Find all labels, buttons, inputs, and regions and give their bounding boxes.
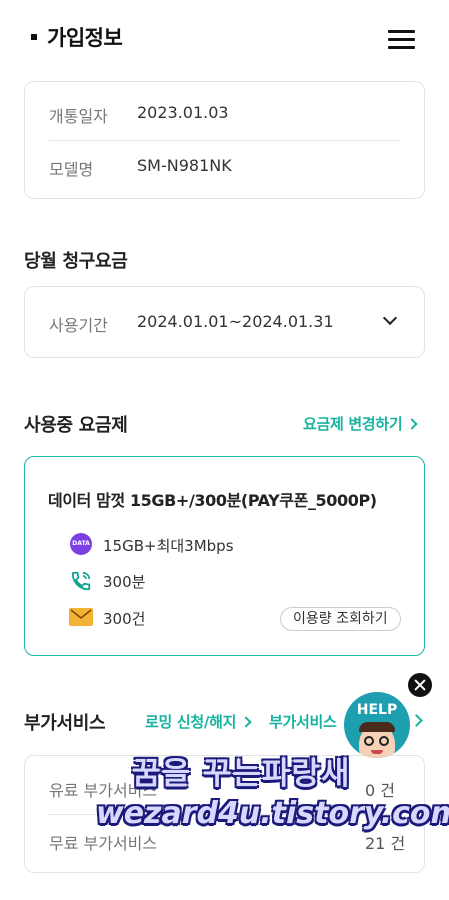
change-plan-link[interactable]: 요금제 변경하기 (303, 413, 419, 434)
chevron-right-icon[interactable] (410, 714, 423, 727)
addon-link[interactable]: 부가서비스 (269, 711, 337, 732)
model-label: 모델명 (49, 160, 94, 179)
divider (49, 140, 401, 141)
plan-card: 데이터 맘껏 15GB+/300분(PAY쿠폰_5000P) DATA 15GB… (24, 456, 425, 656)
chevron-down-icon (382, 310, 398, 326)
page-header: 가입정보 (0, 0, 449, 74)
change-plan-label: 요금제 변경하기 (303, 415, 403, 433)
open-date-value: 2023.01.03 (137, 103, 229, 122)
usage-inquiry-button[interactable]: 이용량 조회하기 (280, 607, 401, 631)
plan-section-title: 사용중 요금제 (24, 415, 128, 436)
close-icon[interactable] (408, 673, 432, 697)
subscription-info-card: 개통일자 2023.01.03 모델명 SM-N981NK (24, 81, 425, 199)
roaming-link[interactable]: 로밍 신청/해지 (145, 711, 252, 732)
open-date-label: 개통일자 (49, 107, 108, 126)
free-addon-label: 무료 부가서비스 (49, 834, 158, 853)
help-character-icon (359, 722, 395, 758)
phone-icon (70, 570, 92, 592)
plan-sms: 300건 (103, 610, 146, 628)
mail-icon (69, 608, 93, 626)
model-value: SM-N981NK (137, 156, 232, 175)
billing-period-select[interactable]: 사용기간 2024.01.01~2024.01.31 (24, 286, 425, 358)
menu-icon[interactable] (388, 30, 416, 50)
free-addon-count[interactable]: 21 건 (365, 830, 405, 854)
help-button[interactable]: HELP (344, 692, 410, 758)
period-label: 사용기간 (49, 316, 108, 335)
addon-link-label: 부가서비스 (269, 713, 337, 731)
watermark-text: 꿈을 꾸는파랑새 (132, 756, 351, 792)
chevron-right-icon (406, 417, 419, 430)
plan-voice: 300분 (103, 573, 146, 591)
billing-section-title: 당월 청구요금 (24, 251, 128, 272)
watermark-url: wezard4u.tistory.com (96, 796, 449, 831)
plan-data: 15GB+최대3Mbps (103, 537, 234, 555)
page-title: 가입정보 (47, 26, 123, 50)
data-badge-text: DATA (72, 540, 90, 547)
data-icon: DATA (70, 533, 92, 555)
plan-name: 데이터 맘껏 15GB+/300분(PAY쿠폰_5000P) (48, 491, 377, 510)
title-bullet (31, 34, 37, 40)
addon-section-title: 부가서비스 (24, 713, 106, 734)
chevron-right-icon (240, 715, 252, 728)
period-value: 2024.01.01~2024.01.31 (137, 312, 334, 331)
help-label: HELP (356, 702, 398, 718)
roaming-link-label: 로밍 신청/해지 (145, 713, 237, 731)
